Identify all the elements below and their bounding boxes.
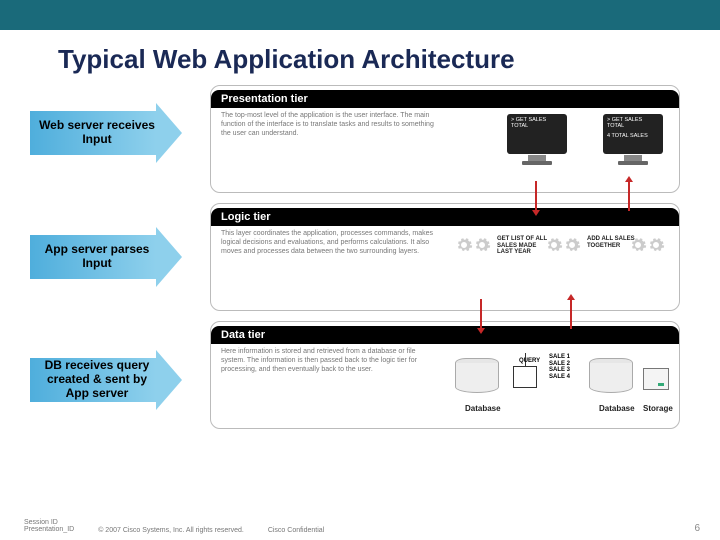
copyright: © 2007 Cisco Systems, Inc. All rights re… bbox=[98, 527, 244, 534]
logic-tier: Logic tier This layer coordinates the ap… bbox=[210, 203, 680, 311]
data-tier: Data tier Here information is stored and… bbox=[210, 321, 680, 429]
footer: Session ID Presentation_ID © 2007 Cisco … bbox=[24, 519, 700, 534]
main-diagram: Web server receives Input App server par… bbox=[0, 85, 720, 520]
arrow-web-server: Web server receives Input bbox=[30, 103, 190, 163]
sales-list: SALE 1 SALE 2 SALE 3 SALE 4 bbox=[549, 354, 570, 380]
database-label: Database bbox=[599, 404, 635, 413]
gears-icon bbox=[545, 236, 585, 276]
gears-icon bbox=[455, 236, 495, 276]
tier-title: Presentation tier bbox=[211, 90, 679, 108]
connector-arrow-icon bbox=[535, 181, 537, 211]
presentation-tier: Presentation tier The top-most level of … bbox=[210, 85, 680, 193]
query-label: QUERY bbox=[519, 358, 540, 364]
header-bar bbox=[0, 0, 720, 30]
database-icon bbox=[455, 358, 499, 398]
gears-icon bbox=[629, 236, 669, 276]
database-icon bbox=[589, 358, 633, 398]
monitor-icon: > GET SALESTOTAL4 TOTAL SALES bbox=[603, 114, 663, 170]
storage-icon bbox=[643, 368, 669, 390]
tier-description: Here information is stored and retrieved… bbox=[221, 348, 441, 374]
arrow-label: App server parses Input bbox=[34, 235, 160, 279]
page-title: Typical Web Application Architecture bbox=[58, 44, 720, 75]
tier-description: The top-most level of the application is… bbox=[221, 112, 441, 138]
arrow-label: Web server receives Input bbox=[34, 111, 160, 155]
storage-label: Storage bbox=[643, 404, 673, 413]
connector-arrow-icon bbox=[628, 181, 630, 211]
arrow-app-server: App server parses Input bbox=[30, 227, 190, 287]
connector-arrow-icon bbox=[480, 299, 482, 329]
confidential: Cisco Confidential bbox=[268, 527, 324, 534]
tiers-diagram: Presentation tier The top-most level of … bbox=[210, 85, 680, 439]
session-id: Session ID Presentation_ID bbox=[24, 519, 74, 534]
arrow-label: DB receives query created & sent by App … bbox=[34, 358, 160, 402]
page-number: 6 bbox=[694, 523, 700, 534]
arrow-db-server: DB receives query created & sent by App … bbox=[30, 350, 190, 410]
database-label: Database bbox=[465, 404, 501, 413]
connector-arrow-icon bbox=[570, 299, 572, 329]
logic-label: GET LIST OF ALL SALES MADE LAST YEAR bbox=[497, 236, 547, 256]
tier-title: Data tier bbox=[211, 326, 679, 344]
tier-title: Logic tier bbox=[211, 208, 679, 226]
branch-icon bbox=[513, 366, 537, 388]
monitor-icon: > GET SALESTOTAL bbox=[507, 114, 567, 170]
tier-description: This layer coordinates the application, … bbox=[221, 230, 441, 256]
